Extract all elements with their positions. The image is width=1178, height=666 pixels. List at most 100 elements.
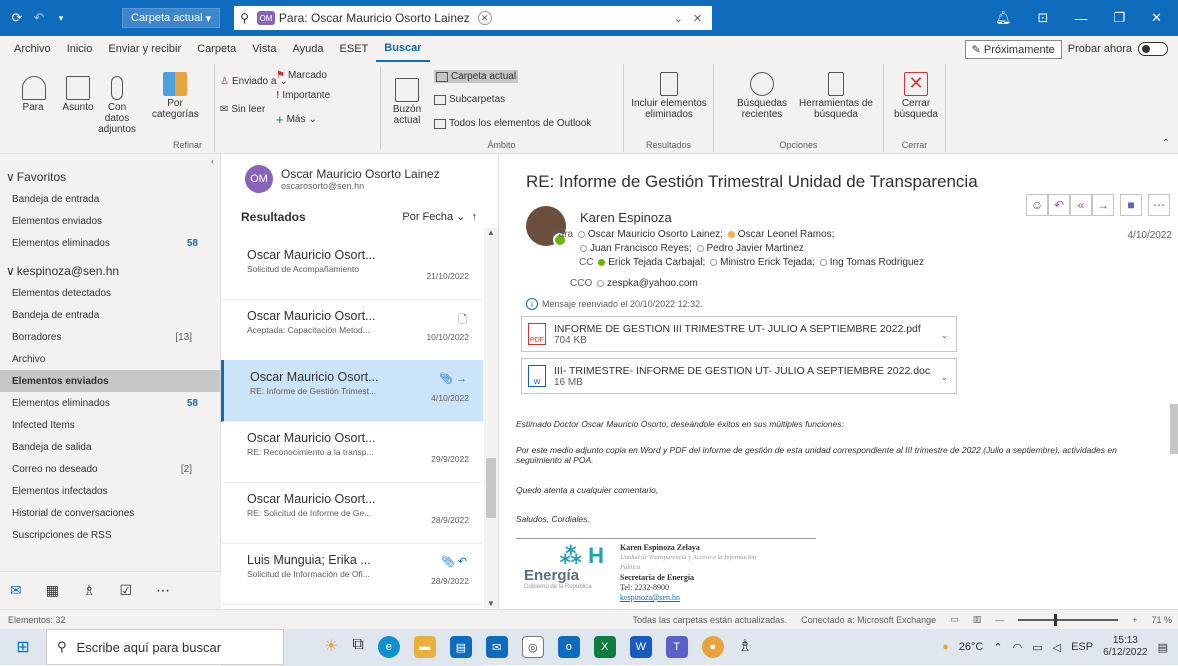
network-icon[interactable]: ◠ — [1013, 641, 1023, 654]
recipient[interactable]: zespka@yahoo.com — [607, 278, 698, 289]
folder-item[interactable]: Elementos enviados — [0, 370, 220, 392]
contact-card[interactable]: OM Oscar Mauricio Osorto Lainez oscaroso… — [221, 154, 499, 204]
message-item[interactable]: Luis Munguia; Erika ... Solicitud de Info… — [221, 543, 483, 605]
people-icon[interactable]: ♗ — [83, 582, 96, 599]
message-item[interactable]: Oscar Mauricio Osort... Solicitud de Acom… — [221, 238, 483, 300]
folder-item[interactable]: Archivo — [0, 348, 220, 370]
notifications-icon[interactable]: ▤ — [1158, 641, 1168, 654]
edge-icon[interactable]: e — [377, 636, 400, 658]
por-categorias-button[interactable]: Por categorías — [152, 72, 199, 120]
search-chip[interactable]: Para: Oscar Mauricio Osorto Lainez ✕ — [279, 11, 492, 25]
tab-inicio[interactable]: Inicio — [59, 36, 101, 62]
forward-icon[interactable]: → — [1092, 194, 1114, 216]
tab-buscar[interactable]: Buscar — [376, 36, 430, 62]
clock[interactable]: 15:13 6/12/2022 — [1103, 635, 1148, 659]
folder-item[interactable]: Historial de conversaciones — [0, 502, 220, 524]
minimize-icon[interactable]: — — [1074, 11, 1087, 26]
volume-icon[interactable]: ◁ — [1053, 641, 1061, 654]
mail-icon[interactable]: ✉ — [10, 582, 22, 599]
folder-group-header[interactable]: ∨ Favoritos — [0, 166, 220, 188]
busquedas-recientes-button[interactable]: Búsquedas recientes — [730, 72, 794, 120]
folder-item[interactable]: Elementos enviados — [0, 210, 220, 232]
file-explorer-icon[interactable]: ▬ — [413, 636, 436, 658]
chevron-down-icon[interactable]: ⌄ — [940, 372, 948, 383]
sin-leer-button[interactable]: ✉ Sin leer — [220, 104, 265, 115]
scroll-down-icon[interactable]: ▼ — [484, 599, 498, 608]
folder-item[interactable]: Infected Items — [0, 414, 220, 436]
remove-chip-icon[interactable]: ✕ — [477, 11, 492, 25]
tab-eset[interactable]: ESET — [332, 36, 377, 62]
sender-avatar[interactable] — [526, 206, 567, 247]
reading-scrollbar[interactable] — [1170, 404, 1178, 454]
attachment-doc[interactable]: W III- TRIMESTRE- INFORME DE GESTION UT-… — [521, 358, 957, 394]
reading-view-icon[interactable]: ▥ — [973, 614, 982, 625]
people-icon[interactable]: ♗ — [738, 636, 752, 658]
folder-item[interactable]: Bandeja de salida — [0, 436, 220, 458]
sender-name[interactable]: Karen Espinoza — [580, 210, 672, 225]
more-apps-icon[interactable]: ⋯ — [156, 582, 170, 599]
recipient[interactable]: Oscar Leonel Ramos; — [738, 229, 835, 240]
search-input[interactable]: ⚲ OM Para: Oscar Mauricio Osorto Lainez ✕… — [234, 6, 713, 30]
zoom-slider[interactable] — [1018, 613, 1119, 626]
search-scope-dropdown[interactable]: Carpeta actual ▾ — [122, 8, 221, 28]
recipient[interactable]: Juan Francisco Reyes; — [590, 243, 692, 254]
undo-icon[interactable]: ↶ — [28, 7, 50, 29]
chrome-icon[interactable]: ● — [701, 636, 724, 658]
try-now-toggle[interactable] — [1138, 42, 1168, 56]
tray-chevron-icon[interactable]: ⌃ — [993, 641, 1002, 654]
zoom-slider-thumb[interactable] — [1054, 613, 1058, 626]
scroll-up-icon[interactable]: ▲ — [484, 228, 498, 237]
folder-item[interactable]: Correo no deseado [2] — [0, 458, 220, 480]
excel-icon[interactable]: X — [593, 636, 616, 658]
eset-icon[interactable]: ◎ — [521, 636, 544, 658]
mas-button[interactable]: + Más ⌄ — [276, 112, 317, 127]
windows-start-icon[interactable]: ⊞ — [0, 637, 46, 657]
quick-access-dropdown-icon[interactable]: ▾ — [50, 7, 72, 29]
sig-mail[interactable]: kespinoza@sen.hn — [620, 593, 770, 603]
taskbar-search[interactable]: ⚲ Escribe aquí para buscar — [46, 629, 284, 665]
cerrar-busqueda-button[interactable]: ✕ Cerrar búsqueda — [892, 72, 940, 120]
zoom-in-icon[interactable]: + — [1132, 615, 1137, 625]
calendar-icon[interactable]: ▦ — [46, 582, 59, 599]
ribbon-display-icon[interactable]: ⊡ — [1038, 10, 1049, 26]
tab-enviar-recibir[interactable]: Enviar y recibir — [100, 36, 189, 62]
sync-icon[interactable]: ⟳ — [6, 7, 28, 29]
importante-button[interactable]: ! Importante — [276, 90, 330, 101]
folder-item[interactable]: Elementos detectados — [0, 282, 220, 304]
collapse-pane-icon[interactable]: ‹ — [211, 156, 214, 166]
herramientas-busqueda-button[interactable]: Herramientas de búsqueda — [796, 72, 876, 120]
tab-ayuda[interactable]: Ayuda — [285, 36, 332, 62]
asunto-button[interactable]: Asunto — [58, 76, 98, 113]
todos-elementos-button[interactable]: Todos los elementos de Outlook — [434, 118, 591, 129]
reply-icon[interactable]: ↶ — [1048, 194, 1070, 216]
tab-archivo[interactable]: Archivo — [6, 36, 59, 62]
word-icon[interactable]: W — [629, 636, 652, 658]
teams-icon[interactable]: ■ — [1120, 194, 1142, 216]
folder-item[interactable]: Bandeja de entrada — [0, 188, 220, 210]
restore-icon[interactable]: ❐ — [1113, 10, 1125, 26]
chevron-down-icon[interactable]: ⌄ — [940, 330, 948, 341]
store-icon[interactable]: ▤ — [449, 636, 472, 658]
mail-app-icon[interactable]: ✉ — [485, 636, 508, 658]
emoji-icon[interactable]: ☺ — [1026, 194, 1048, 216]
normal-view-icon[interactable]: ▭ — [950, 614, 959, 625]
teams-icon[interactable]: T — [665, 636, 688, 658]
para-button[interactable]: Para — [22, 76, 46, 113]
recipient[interactable]: Pedro Javier Martinez — [707, 243, 804, 254]
marcado-button[interactable]: ⚑ Marcado — [276, 70, 327, 81]
incluir-eliminados-button[interactable]: Incluir elementos eliminados — [630, 72, 708, 120]
message-list-scrollbar[interactable]: ▲ ▼ — [484, 228, 498, 608]
coming-soon-button[interactable]: ✎ Próximamente — [964, 39, 1062, 59]
message-item[interactable]: Oscar Mauricio Osort... RE: Reconocimient… — [221, 421, 483, 483]
notification-bell-icon[interactable]: 🔔︎ — [995, 10, 1012, 26]
language-indicator[interactable]: ESP — [1071, 641, 1093, 653]
folder-group-header[interactable]: ∨ kespinoza@sen.hn — [0, 260, 220, 282]
message-item[interactable]: Oscar Mauricio Osort... RE: Solicitud de … — [221, 482, 483, 544]
outlook-icon[interactable]: o — [557, 636, 580, 658]
recipient[interactable]: Oscar Mauricio Osorto Lainez; — [588, 229, 723, 240]
folder-item[interactable]: Borradores [13] — [0, 326, 220, 348]
reply-all-icon[interactable]: « — [1070, 194, 1092, 216]
message-item[interactable]: Oscar Mauricio Osort... Aceptada: Capacit… — [221, 299, 483, 361]
subcarpetas-button[interactable]: Subcarpetas — [434, 94, 505, 105]
recipient[interactable]: Ministro Erick Tejada; — [720, 257, 815, 268]
